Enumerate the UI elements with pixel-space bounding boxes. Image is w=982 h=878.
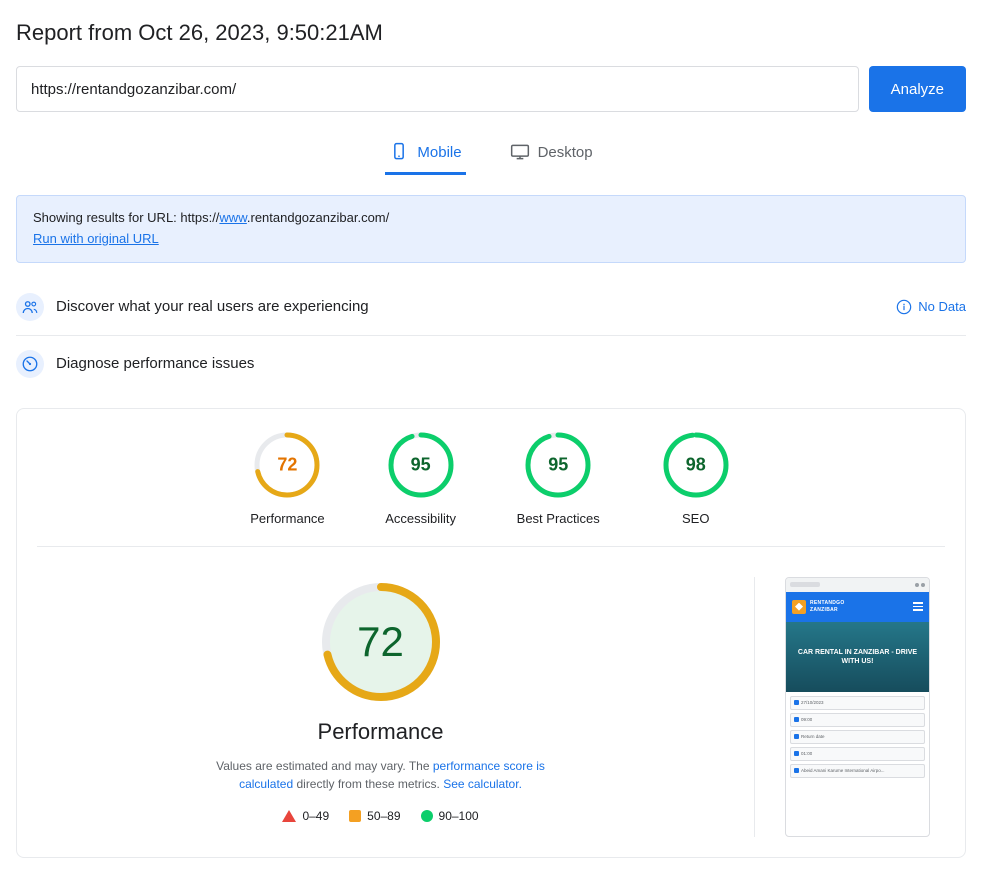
preview-topbar [786, 578, 929, 592]
mobile-icon [389, 142, 409, 162]
page-title: Report from Oct 26, 2023, 9:50:21AM [16, 20, 966, 46]
banner-text: Showing results for URL: https://www.ren… [33, 210, 389, 225]
preview-form-text-3: Return date [801, 734, 825, 739]
tab-desktop-label: Desktop [538, 144, 593, 161]
accessibility-score-label: Accessibility [385, 511, 456, 526]
discover-title: Discover what your real users are experi… [56, 298, 369, 315]
best-practices-circle-wrap: 95 [522, 429, 594, 501]
preview-logo-area: RENTANDGO ZANZIBAR [786, 592, 929, 622]
detail-section: 72 Performance Values are estimated and … [37, 567, 945, 837]
performance-circle-wrap: 72 [251, 429, 323, 501]
preview-form-text-4: 01:00 [801, 751, 812, 756]
big-score-title: Performance [318, 719, 444, 745]
preview-logo-text: RENTANDGO ZANZIBAR [810, 600, 845, 613]
legend-red: 0–49 [282, 809, 329, 823]
preview-dot2 [921, 583, 925, 587]
scores-row: 72 Performance 95 Accessibility [37, 429, 945, 547]
diagnose-title: Diagnose performance issues [56, 355, 254, 372]
seo-score-value: 98 [686, 454, 706, 475]
seo-score-label: SEO [682, 511, 709, 526]
analyze-button[interactable]: Analyze [869, 66, 966, 112]
best-practices-score-value: 95 [548, 454, 568, 475]
legend-orange: 50–89 [349, 809, 400, 823]
preview-form-icon-4 [794, 751, 799, 756]
discover-icon [16, 293, 44, 321]
diagnose-header: Diagnose performance issues [16, 336, 966, 392]
preview-hamburger [913, 602, 923, 611]
preview-hero-text: CAR RENTAL IN ZANZIBAR - DRIVE WITH US! [790, 648, 925, 666]
performance-score-label: Performance [250, 511, 324, 526]
users-icon [21, 298, 39, 316]
detail-divider [754, 577, 755, 837]
gauge-icon [21, 355, 39, 373]
legend-green: 90–100 [421, 809, 479, 823]
diagnose-left: Diagnose performance issues [16, 350, 254, 378]
no-data-badge[interactable]: No Data [896, 299, 966, 315]
preview-controls [915, 583, 925, 587]
legend-green-label: 90–100 [439, 809, 479, 823]
preview-form-row-5: Abeid Amani Karume International Airpo..… [790, 764, 925, 778]
www-link[interactable]: www [219, 210, 246, 225]
preview-form-text-1: 27/10/2023 [801, 700, 824, 705]
calculator-link[interactable]: See calculator. [443, 777, 522, 791]
preview-form-icon-2 [794, 717, 799, 722]
score-note: Values are estimated and may vary. The p… [201, 757, 561, 793]
preview-dot1 [915, 583, 919, 587]
preview-form-row-3: Return date [790, 730, 925, 744]
discover-section: Discover what your real users are experi… [16, 279, 966, 336]
url-bar: Analyze [16, 66, 966, 112]
diagnose-icon [16, 350, 44, 378]
score-seo[interactable]: 98 SEO [660, 429, 732, 526]
tab-mobile-label: Mobile [417, 144, 461, 161]
url-input[interactable] [16, 66, 859, 112]
ham3 [913, 609, 923, 611]
run-original-url-link[interactable]: Run with original URL [33, 231, 159, 246]
discover-left: Discover what your real users are experi… [16, 293, 369, 321]
legend-green-icon [421, 810, 433, 822]
preview-form-row-4: 01:00 [790, 747, 925, 761]
legend-orange-label: 50–89 [367, 809, 400, 823]
no-data-label: No Data [918, 299, 966, 314]
preview-tab [790, 582, 820, 587]
preview-logo-shape [795, 603, 803, 611]
best-practices-score-label: Best Practices [517, 511, 600, 526]
score-performance[interactable]: 72 Performance [250, 429, 324, 526]
legend-red-label: 0–49 [302, 809, 329, 823]
info-banner: Showing results for URL: https://www.ren… [16, 195, 966, 263]
preview-form-text-2: 09:00 [801, 717, 812, 722]
desktop-icon [510, 142, 530, 162]
preview-form-row-1: 27/10/2023 [790, 696, 925, 710]
device-tabs: Mobile Desktop [16, 132, 966, 175]
legend-red-icon [282, 810, 296, 822]
legend: 0–49 50–89 90–100 [282, 809, 478, 823]
legend-orange-icon [349, 810, 361, 822]
accessibility-score-value: 95 [411, 454, 431, 475]
preview-form-text-5: Abeid Amani Karume International Airpo..… [801, 768, 885, 774]
score-best-practices[interactable]: 95 Best Practices [517, 429, 600, 526]
ham2 [913, 606, 923, 608]
preview-form-icon-5 [794, 768, 799, 773]
seo-circle-wrap: 98 [660, 429, 732, 501]
big-score-number: 72 [357, 618, 404, 666]
diagnose-box: 72 Performance 95 Accessibility [16, 408, 966, 858]
preview-logo-icon [792, 600, 806, 614]
preview-form-row-2: 09:00 [790, 713, 925, 727]
performance-score-value: 72 [277, 454, 297, 475]
detail-right: RENTANDGO ZANZIBAR CAR RENTAL IN ZANZIBA… [785, 577, 945, 837]
ham1 [913, 602, 923, 604]
detail-left: 72 Performance Values are estimated and … [37, 577, 724, 837]
preview-hero: CAR RENTAL IN ZANZIBAR - DRIVE WITH US! [786, 622, 929, 692]
tab-desktop[interactable]: Desktop [506, 132, 597, 175]
accessibility-circle-wrap: 95 [385, 429, 457, 501]
tab-mobile[interactable]: Mobile [385, 132, 465, 175]
score-accessibility[interactable]: 95 Accessibility [385, 429, 457, 526]
big-score-wrap: 72 [316, 577, 446, 707]
site-preview: RENTANDGO ZANZIBAR CAR RENTAL IN ZANZIBA… [785, 577, 930, 837]
preview-form-icon-1 [794, 700, 799, 705]
preview-form-icon-3 [794, 734, 799, 739]
preview-form: 27/10/2023 09:00 Return date 01:00 [786, 692, 929, 782]
info-icon [896, 299, 912, 315]
